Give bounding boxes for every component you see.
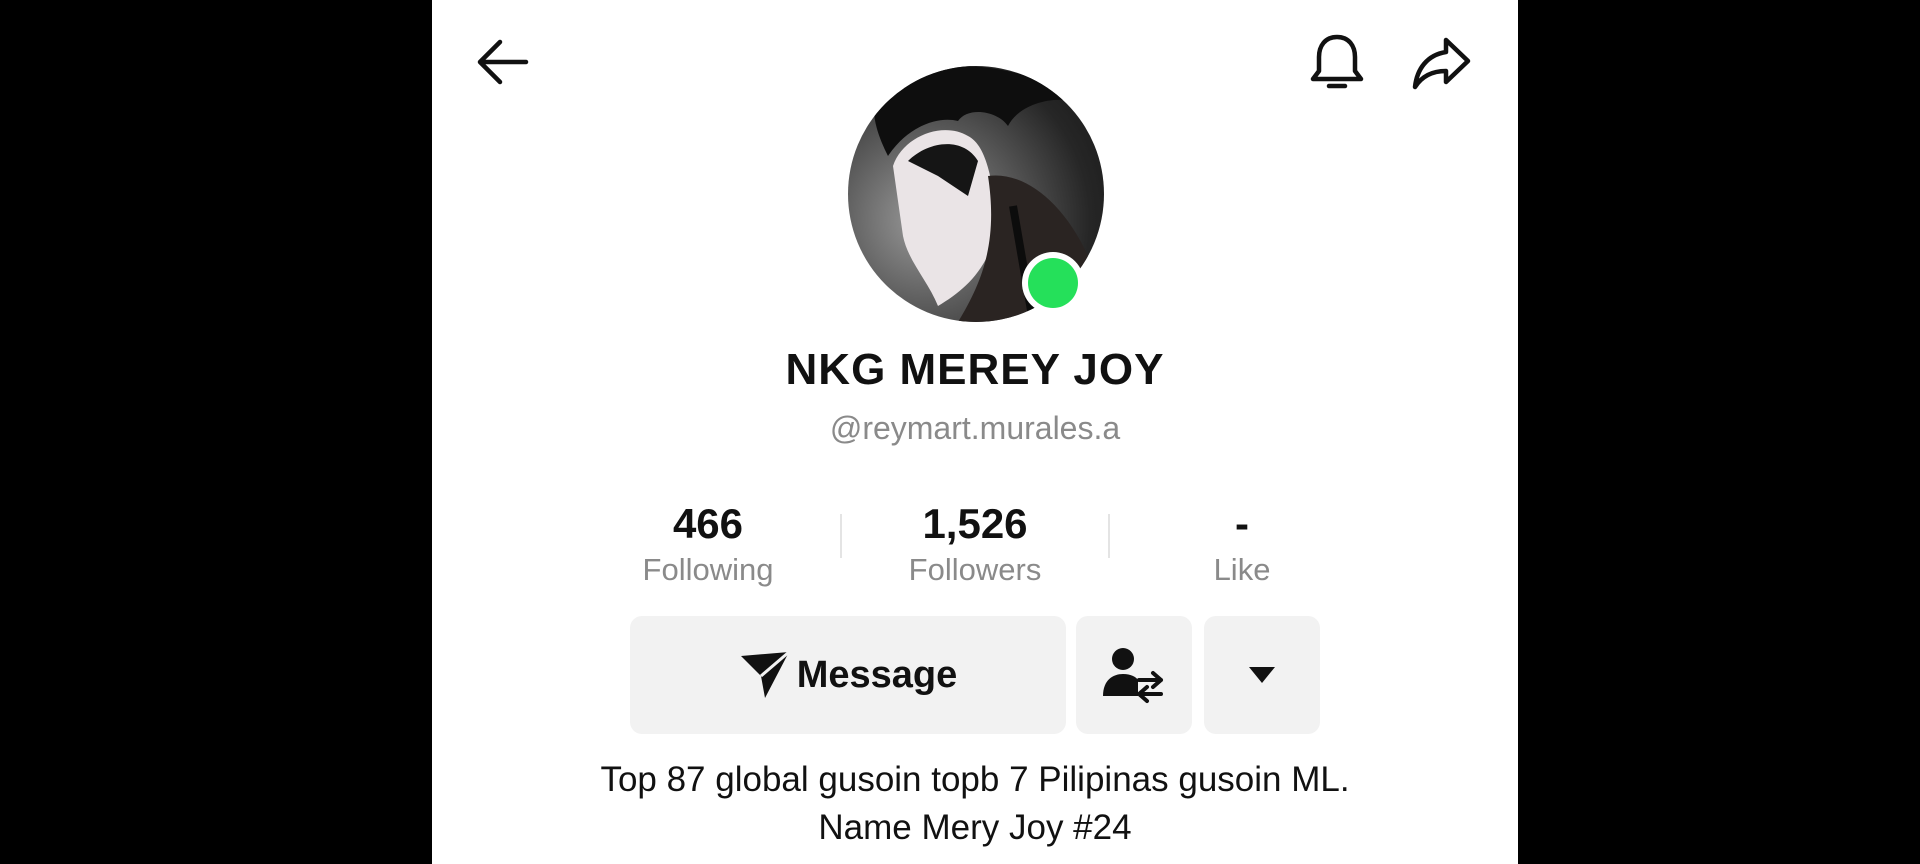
following-count: 466 — [672, 500, 744, 547]
message-button-label: Message — [796, 653, 958, 696]
bell-icon — [1310, 34, 1364, 89]
stat-followers[interactable]: 1,526 Followers — [875, 500, 1075, 592]
share-arrow-icon — [1412, 37, 1471, 90]
paper-plane-icon — [740, 650, 790, 698]
friend-options-button[interactable] — [1076, 616, 1192, 734]
stat-following[interactable]: 466 Following — [608, 500, 808, 592]
following-label: Following — [642, 552, 774, 587]
notification-bell-button[interactable] — [1302, 28, 1372, 98]
bio-line: Top 87 global gusoin topb 7 Pilipinas gu… — [600, 760, 1350, 799]
back-button[interactable] — [470, 32, 534, 92]
likes-count: - — [1235, 500, 1249, 547]
profile-screen: NKG MEREY JOY @reymart.murales.a 466 Fol… — [432, 0, 1518, 864]
followers-count: 1,526 — [922, 500, 1028, 547]
username-handle: @reymart.murales.a — [829, 410, 1121, 446]
stat-divider — [1108, 514, 1110, 558]
followers-label: Followers — [908, 552, 1042, 587]
stat-divider — [840, 514, 842, 558]
more-options-dropdown[interactable] — [1204, 616, 1320, 734]
display-name: NKG MEREY JOY — [785, 345, 1165, 394]
likes-label: Like — [1213, 552, 1271, 587]
message-button[interactable]: Message — [630, 616, 1066, 734]
person-swap-icon — [1103, 648, 1163, 703]
bio-line: Name Mery Joy #24 — [818, 808, 1132, 847]
arrow-left-icon — [477, 39, 529, 85]
stat-likes[interactable]: - Like — [1142, 500, 1342, 592]
profile-bio: Top 87 global gusoin topb 7 Pilipinas gu… — [432, 756, 1518, 852]
share-button[interactable] — [1405, 30, 1477, 96]
caret-down-icon — [1249, 667, 1275, 683]
online-status-dot — [1022, 252, 1084, 314]
online-indicator — [1028, 258, 1078, 308]
